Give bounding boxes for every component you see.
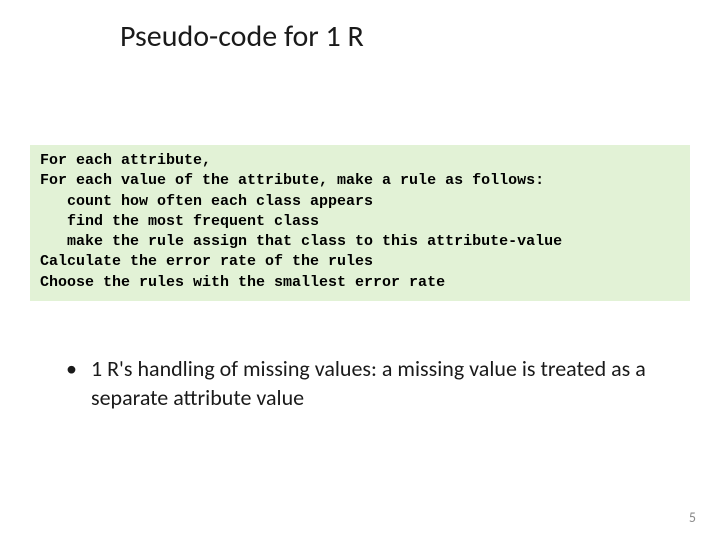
page-number: 5 xyxy=(689,509,696,526)
slide-title: Pseudo-code for 1 R xyxy=(120,18,364,55)
bullet-marker: • xyxy=(66,355,77,384)
pseudocode-block: For each attribute, For each value of th… xyxy=(30,145,690,301)
bullet-text: 1 R's handling of missing values: a miss… xyxy=(91,355,660,412)
bullet-item: • 1 R's handling of missing values: a mi… xyxy=(66,355,660,412)
